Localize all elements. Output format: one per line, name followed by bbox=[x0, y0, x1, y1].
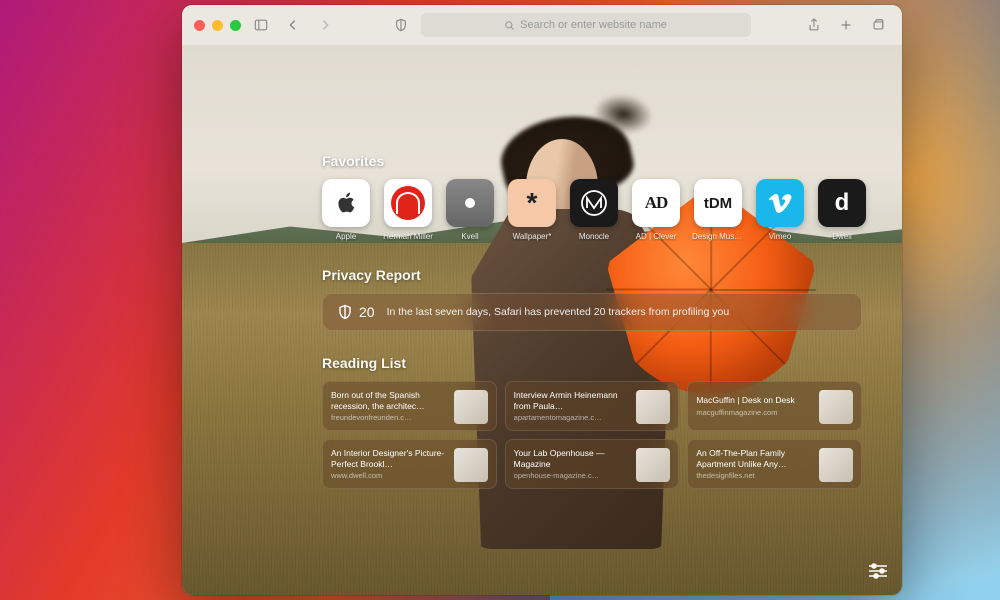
reading-item-title: Interview Armin Heinemann from Paula… bbox=[514, 390, 629, 410]
favorite-vimeo[interactable]: Vimeo bbox=[756, 179, 804, 241]
reading-item-source: apartamentomagazine.c… bbox=[514, 413, 629, 422]
address-bar[interactable]: Search or enter website name bbox=[421, 13, 751, 37]
reading-item-source: thedesignfiles.net bbox=[696, 471, 811, 480]
minimize-window-button[interactable] bbox=[212, 20, 223, 31]
favorite-wallpaper[interactable]: * Wallpaper* bbox=[508, 179, 556, 241]
wallpaper-icon: * bbox=[508, 179, 556, 227]
reading-item-source: macguffinmagazine.com bbox=[696, 408, 811, 417]
favorite-label: Dwell bbox=[816, 232, 868, 241]
sidebar-toggle-button[interactable] bbox=[249, 15, 273, 35]
favorite-label: AD | Clever bbox=[630, 232, 682, 241]
privacy-message: In the last seven days, Safari has preve… bbox=[387, 306, 730, 318]
forward-button[interactable] bbox=[313, 15, 337, 35]
vimeo-icon bbox=[756, 179, 804, 227]
favorite-label: Wallpaper* bbox=[506, 232, 558, 241]
reading-item-title: Born out of the Spanish recession, the a… bbox=[331, 390, 446, 410]
privacy-report-button[interactable] bbox=[389, 15, 413, 35]
reading-item-title: MacGuffin | Desk on Desk bbox=[696, 395, 811, 405]
search-icon bbox=[504, 20, 515, 31]
favorites-heading: Favorites bbox=[322, 153, 862, 169]
reading-item-title: An Off-The-Plan Family Apartment Unlike … bbox=[696, 448, 811, 468]
reading-item-title: An Interior Designer's Picture-Perfect B… bbox=[331, 448, 446, 468]
shield-icon: 20 bbox=[337, 304, 375, 320]
reading-thumbnail bbox=[819, 448, 853, 482]
new-tab-button[interactable] bbox=[834, 15, 858, 35]
reading-thumbnail bbox=[454, 390, 488, 424]
reading-list-item[interactable]: An Off-The-Plan Family Apartment Unlike … bbox=[687, 439, 862, 489]
share-button[interactable] bbox=[802, 15, 826, 35]
reading-thumbnail bbox=[636, 390, 670, 424]
reading-item-source: openhouse-magazine.c… bbox=[514, 471, 629, 480]
back-button[interactable] bbox=[281, 15, 305, 35]
favorites-row: Apple Herman Miller Kvell * Wallpaper* bbox=[322, 179, 862, 241]
favorite-design-museum[interactable]: tDM Design Museum bbox=[694, 179, 742, 241]
favorite-dwell[interactable]: d Dwell bbox=[818, 179, 866, 241]
window-controls bbox=[194, 20, 241, 31]
reading-thumbnail bbox=[819, 390, 853, 424]
favorite-label: Design Museum bbox=[692, 232, 744, 241]
reading-list-item[interactable]: An Interior Designer's Picture-Perfect B… bbox=[322, 439, 497, 489]
reading-list-item[interactable]: Born out of the Spanish recession, the a… bbox=[322, 381, 497, 431]
tracker-count: 20 bbox=[359, 304, 375, 320]
dwell-icon: d bbox=[818, 179, 866, 227]
close-window-button[interactable] bbox=[194, 20, 205, 31]
reading-item-source: freundevonfreunden.c… bbox=[331, 413, 446, 422]
favorite-label: Vimeo bbox=[754, 232, 806, 241]
start-page: Favorites Apple Herman Miller Kvell bbox=[182, 45, 902, 595]
privacy-report-heading: Privacy Report bbox=[322, 267, 862, 283]
privacy-report-card[interactable]: 20 In the last seven days, Safari has pr… bbox=[322, 293, 862, 331]
customize-start-page-button[interactable] bbox=[866, 559, 890, 583]
reading-thumbnail bbox=[636, 448, 670, 482]
favorite-label: Apple bbox=[320, 232, 372, 241]
favorite-label: Kvell bbox=[444, 232, 496, 241]
reading-list-item[interactable]: MacGuffin | Desk on Desk macguffinmagazi… bbox=[687, 381, 862, 431]
ad-icon: AD bbox=[632, 179, 680, 227]
favorite-apple[interactable]: Apple bbox=[322, 179, 370, 241]
apple-icon bbox=[322, 179, 370, 227]
reading-item-title: Your Lab Openhouse — Magazine bbox=[514, 448, 629, 468]
favorite-kvell[interactable]: Kvell bbox=[446, 179, 494, 241]
herman-miller-icon bbox=[384, 179, 432, 227]
fullscreen-window-button[interactable] bbox=[230, 20, 241, 31]
design-museum-icon: tDM bbox=[694, 179, 742, 227]
reading-list-item[interactable]: Interview Armin Heinemann from Paula… ap… bbox=[505, 381, 680, 431]
reading-list-grid: Born out of the Spanish recession, the a… bbox=[322, 381, 862, 489]
reading-item-source: www.dwell.com bbox=[331, 471, 446, 480]
favorite-label: Monocle bbox=[568, 232, 620, 241]
reading-list-heading: Reading List bbox=[322, 355, 862, 371]
tabs-overview-button[interactable] bbox=[866, 15, 890, 35]
reading-list-item[interactable]: Your Lab Openhouse — Magazine openhouse-… bbox=[505, 439, 680, 489]
favorite-label: Herman Miller bbox=[382, 232, 434, 241]
favorite-herman-miller[interactable]: Herman Miller bbox=[384, 179, 432, 241]
favorite-ad[interactable]: AD AD | Clever bbox=[632, 179, 680, 241]
reading-thumbnail bbox=[454, 448, 488, 482]
address-bar-placeholder: Search or enter website name bbox=[520, 19, 667, 31]
kvell-icon bbox=[446, 179, 494, 227]
monocle-icon bbox=[570, 179, 618, 227]
favorite-monocle[interactable]: Monocle bbox=[570, 179, 618, 241]
browser-toolbar: Search or enter website name bbox=[182, 5, 902, 45]
safari-window: Search or enter website name bbox=[182, 5, 902, 595]
